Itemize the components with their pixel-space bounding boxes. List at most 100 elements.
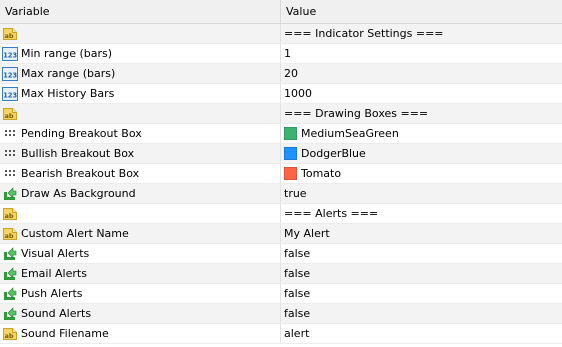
value-cell[interactable]: MediumSeaGreen (281, 124, 562, 143)
variable-cell: ab (0, 104, 281, 123)
value-cell[interactable]: false (281, 244, 562, 263)
boolean-arrow-icon (0, 306, 21, 322)
value-text: DodgerBlue (301, 147, 366, 160)
variable-name: Draw As Background (21, 187, 136, 200)
table-row[interactable]: Sound Alerts false (0, 304, 562, 324)
variable-cell: ab (0, 24, 281, 43)
value-text: === Drawing Boxes === (284, 107, 429, 120)
value-cell[interactable]: false (281, 284, 562, 303)
table-row[interactable]: 123 Max range (bars) 20 (0, 64, 562, 84)
table-row[interactable]: Pending Breakout Box MediumSeaGreen (0, 124, 562, 144)
value-cell[interactable]: === Drawing Boxes === (281, 104, 562, 123)
value-cell[interactable]: My Alert (281, 224, 562, 243)
variable-cell: 123 Max History Bars (0, 84, 281, 103)
svg-text:ab: ab (5, 32, 14, 40)
value-cell[interactable]: 20 (281, 64, 562, 83)
variable-cell: Sound Alerts (0, 304, 281, 323)
value-cell[interactable]: false (281, 264, 562, 283)
variable-cell: ab Custom Alert Name (0, 224, 281, 243)
variable-name: Push Alerts (21, 287, 83, 300)
value-text: 1 (284, 47, 291, 60)
value-cell[interactable]: 1000 (281, 84, 562, 103)
variable-name: Max History Bars (21, 87, 115, 100)
boolean-arrow-icon (0, 286, 21, 302)
variable-cell: ab Sound Filename (0, 324, 281, 343)
variable-cell: Email Alerts (0, 264, 281, 283)
grid-header: Variable Value (0, 0, 562, 24)
value-column-header[interactable]: Value (281, 0, 562, 23)
value-text: true (284, 187, 307, 200)
color-grid-icon (0, 146, 21, 162)
integer-123-icon: 123 (0, 66, 21, 82)
boolean-arrow-icon (0, 246, 21, 262)
variable-name: Sound Filename (21, 327, 109, 340)
table-row[interactable]: Email Alerts false (0, 264, 562, 284)
variable-cell: Bullish Breakout Box (0, 144, 281, 163)
value-cell[interactable]: alert (281, 324, 562, 343)
table-row[interactable]: Draw As Background true (0, 184, 562, 204)
svg-text:ab: ab (5, 332, 14, 340)
variable-name: Sound Alerts (21, 307, 92, 320)
variable-cell: ab (0, 204, 281, 223)
table-row[interactable]: ab === Drawing Boxes === (0, 104, 562, 124)
table-row[interactable]: ab Custom Alert Name My Alert (0, 224, 562, 244)
variable-cell: Pending Breakout Box (0, 124, 281, 143)
value-cell[interactable]: DodgerBlue (281, 144, 562, 163)
value-text: 20 (284, 67, 298, 80)
table-row[interactable]: Push Alerts false (0, 284, 562, 304)
variable-cell: 123 Max range (bars) (0, 64, 281, 83)
color-swatch[interactable] (284, 147, 297, 160)
table-row[interactable]: ab === Indicator Settings === (0, 24, 562, 44)
value-text: === Alerts === (284, 207, 379, 220)
table-row[interactable]: 123 Max History Bars 1000 (0, 84, 562, 104)
table-row[interactable]: ab Sound Filename alert (0, 324, 562, 344)
variable-name: Bearish Breakout Box (21, 167, 140, 180)
table-row[interactable]: ab === Alerts === (0, 204, 562, 224)
color-grid-icon (0, 166, 21, 182)
value-text: 1000 (284, 87, 312, 100)
variable-name: Visual Alerts (21, 247, 90, 260)
svg-text:123: 123 (3, 91, 17, 99)
svg-text:123: 123 (3, 71, 17, 79)
boolean-arrow-icon (0, 266, 21, 282)
variable-name: Custom Alert Name (21, 227, 129, 240)
table-row[interactable]: Bullish Breakout Box DodgerBlue (0, 144, 562, 164)
value-cell[interactable]: 1 (281, 44, 562, 63)
table-row[interactable]: 123 Min range (bars) 1 (0, 44, 562, 64)
inputs-grid: Variable Value ab === Indicator Settings … (0, 0, 562, 344)
value-text: false (284, 287, 311, 300)
variable-cell: Push Alerts (0, 284, 281, 303)
variable-name: Email Alerts (21, 267, 87, 280)
value-text: MediumSeaGreen (301, 127, 399, 140)
variable-name: Min range (bars) (21, 47, 113, 60)
integer-123-icon: 123 (0, 46, 21, 62)
value-cell[interactable]: true (281, 184, 562, 203)
svg-text:ab: ab (5, 112, 14, 120)
value-text: alert (284, 327, 310, 340)
value-text: false (284, 307, 311, 320)
svg-text:123: 123 (3, 51, 17, 59)
value-text: false (284, 247, 311, 260)
table-row[interactable]: Visual Alerts false (0, 244, 562, 264)
boolean-arrow-icon (0, 186, 21, 202)
value-cell[interactable]: Tomato (281, 164, 562, 183)
color-swatch[interactable] (284, 167, 297, 180)
value-cell[interactable]: false (281, 304, 562, 323)
color-swatch[interactable] (284, 127, 297, 140)
variable-cell: Bearish Breakout Box (0, 164, 281, 183)
string-ab-icon: ab (0, 326, 21, 342)
table-row[interactable]: Bearish Breakout Box Tomato (0, 164, 562, 184)
integer-123-icon: 123 (0, 86, 21, 102)
value-text: Tomato (301, 167, 342, 180)
value-text: false (284, 267, 311, 280)
variable-name: Bullish Breakout Box (21, 147, 135, 160)
grid-rows: ab === Indicator Settings === 123 Min range… (0, 24, 562, 344)
variable-column-header[interactable]: Variable (0, 0, 281, 23)
value-cell[interactable]: === Alerts === (281, 204, 562, 223)
variable-cell: Visual Alerts (0, 244, 281, 263)
svg-text:ab: ab (5, 212, 14, 220)
string-ab-icon: ab (0, 226, 21, 242)
value-cell[interactable]: === Indicator Settings === (281, 24, 562, 43)
svg-text:ab: ab (5, 232, 14, 240)
color-grid-icon (0, 126, 21, 142)
